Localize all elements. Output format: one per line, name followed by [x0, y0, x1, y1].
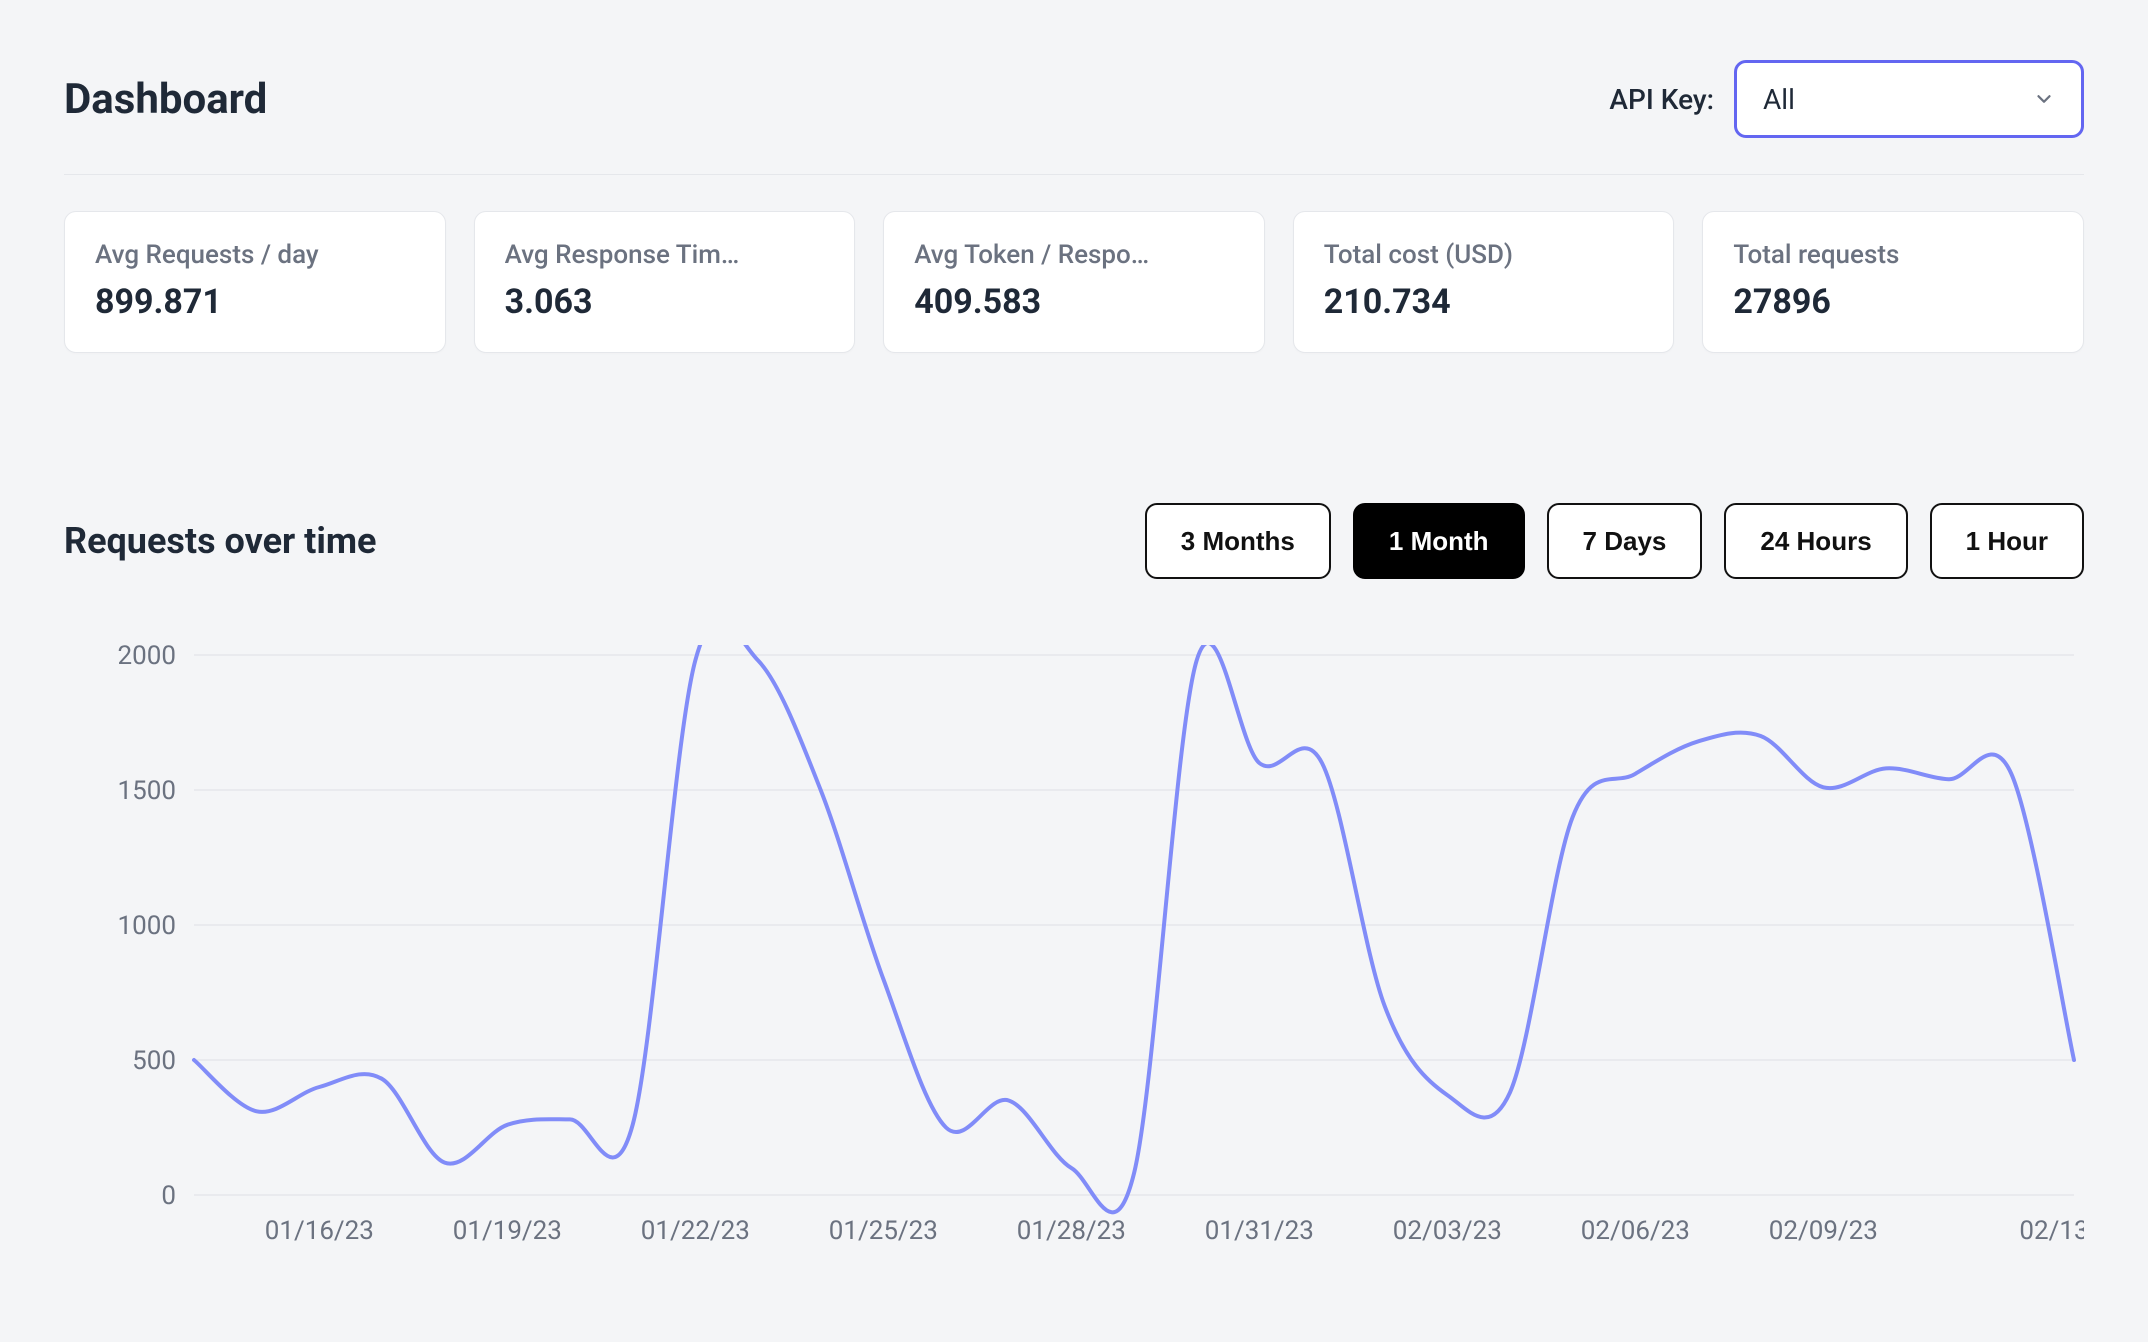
stat-label: Total cost (USD) — [1324, 240, 1644, 270]
stat-value: 409.583 — [914, 282, 1234, 322]
api-key-label: API Key: — [1609, 83, 1714, 116]
stat-value: 210.734 — [1324, 282, 1644, 322]
stat-label: Avg Token / Respo… — [914, 240, 1234, 270]
requests-chart: 0 500 1000 1500 2000 01/16/23 01/19/23 01/22/23… — [64, 645, 2084, 1259]
svg-text:1500: 1500 — [118, 776, 176, 806]
stats-row: Avg Requests / day 899.871 Avg Response … — [64, 211, 2084, 353]
chevron-down-icon — [2033, 88, 2055, 110]
svg-text:2000: 2000 — [118, 645, 176, 671]
stat-card-avg-requests: Avg Requests / day 899.871 — [64, 211, 446, 353]
stat-label: Total requests — [1733, 240, 2053, 270]
stat-value: 27896 — [1733, 282, 2053, 322]
stat-card-total-cost: Total cost (USD) 210.734 — [1293, 211, 1675, 353]
range-24-hours[interactable]: 24 Hours — [1724, 503, 1907, 579]
chart-title: Requests over time — [64, 520, 377, 562]
range-7-days[interactable]: 7 Days — [1547, 503, 1703, 579]
stat-label: Avg Response Tim… — [505, 240, 825, 270]
stat-card-avg-token: Avg Token / Respo… 409.583 — [883, 211, 1265, 353]
range-3-months[interactable]: 3 Months — [1145, 503, 1331, 579]
svg-text:01/16/23: 01/16/23 — [265, 1216, 374, 1246]
page-title: Dashboard — [64, 75, 267, 124]
api-key-selected-value: All — [1763, 83, 1795, 116]
stat-value: 899.871 — [95, 282, 415, 322]
api-key-filter: API Key: All — [1609, 60, 2084, 138]
svg-text:02/09/23: 02/09/23 — [1769, 1216, 1878, 1246]
stat-value: 3.063 — [505, 282, 825, 322]
svg-text:500: 500 — [132, 1046, 176, 1076]
line-chart-svg: 0 500 1000 1500 2000 01/16/23 01/19/23 01/22/23… — [64, 645, 2084, 1255]
svg-text:01/28/23: 01/28/23 — [1017, 1216, 1126, 1246]
svg-text:01/25/23: 01/25/23 — [829, 1216, 938, 1246]
svg-text:01/22/23: 01/22/23 — [641, 1216, 750, 1246]
range-1-hour[interactable]: 1 Hour — [1930, 503, 2084, 579]
svg-text:02/03/23: 02/03/23 — [1393, 1216, 1502, 1246]
stat-card-total-requests: Total requests 27896 — [1702, 211, 2084, 353]
svg-text:1000: 1000 — [118, 911, 176, 941]
svg-text:01/19/23: 01/19/23 — [453, 1216, 562, 1246]
svg-text:01/31/23: 01/31/23 — [1205, 1216, 1314, 1246]
range-1-month[interactable]: 1 Month — [1353, 503, 1525, 579]
svg-text:0: 0 — [161, 1181, 176, 1211]
stat-label: Avg Requests / day — [95, 240, 415, 270]
svg-text:02/13/23: 02/13/23 — [2019, 1216, 2084, 1246]
svg-text:02/06/23: 02/06/23 — [1581, 1216, 1690, 1246]
stat-card-avg-response-time: Avg Response Tim… 3.063 — [474, 211, 856, 353]
api-key-select[interactable]: All — [1734, 60, 2084, 138]
time-range-buttons: 3 Months 1 Month 7 Days 24 Hours 1 Hour — [1145, 503, 2084, 579]
